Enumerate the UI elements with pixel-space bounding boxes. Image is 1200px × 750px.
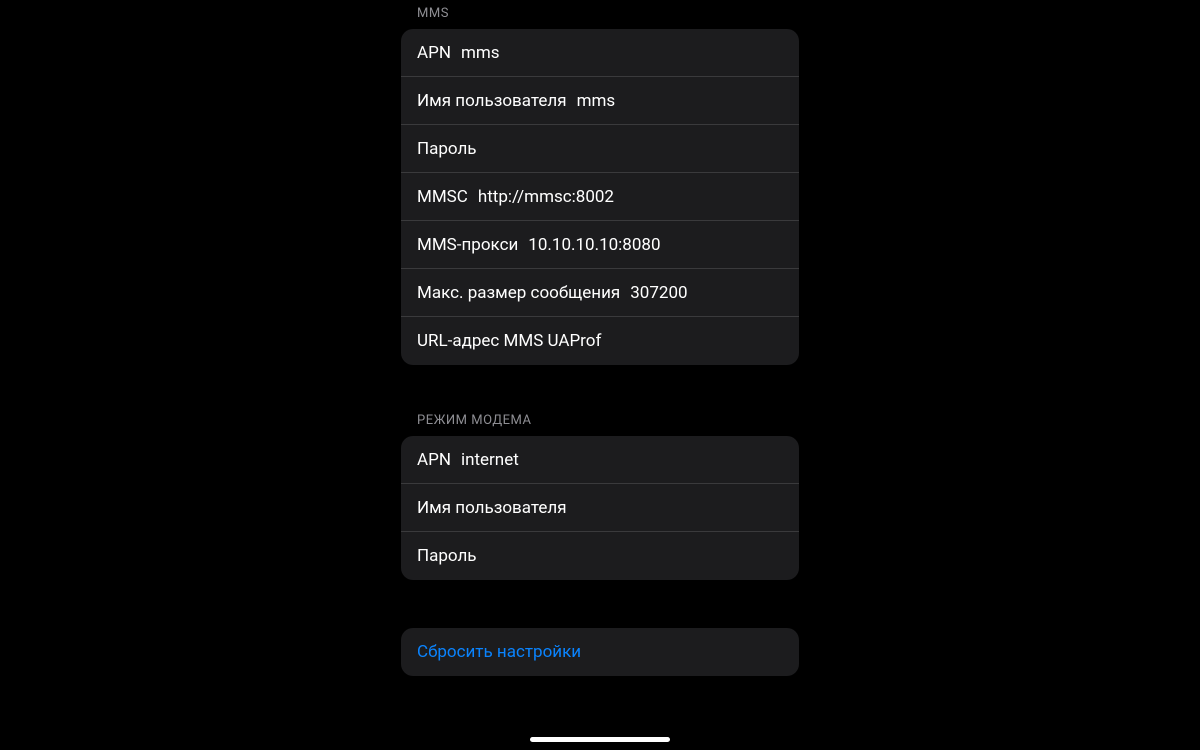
mms-uaprof-label: URL-адрес MMS UAProf: [417, 331, 601, 351]
mms-apn-row[interactable]: APN: [401, 29, 799, 77]
tethering-username-label: Имя пользователя: [417, 498, 567, 518]
tethering-apn-input[interactable]: [461, 450, 783, 470]
reset-button[interactable]: Сбросить настройки: [417, 642, 581, 662]
tethering-apn-label: APN: [417, 450, 451, 470]
tethering-apn-row[interactable]: APN: [401, 436, 799, 484]
mms-password-row[interactable]: Пароль: [401, 125, 799, 173]
tethering-username-row[interactable]: Имя пользователя: [401, 484, 799, 532]
mms-maxsize-input[interactable]: [630, 283, 799, 303]
mms-uaprof-row[interactable]: URL-адрес MMS UAProf: [401, 317, 799, 365]
tethering-section-header: РЕЖИМ МОДЕМА: [401, 365, 799, 436]
mms-maxsize-row[interactable]: Макс. размер сообщения: [401, 269, 799, 317]
mms-section: APN Имя пользователя Пароль MMSC MMS-про…: [401, 29, 799, 365]
mms-username-input[interactable]: [577, 91, 799, 111]
tethering-password-input[interactable]: [487, 546, 783, 566]
reset-row[interactable]: Сбросить настройки: [401, 628, 799, 676]
mms-maxsize-label: Макс. размер сообщения: [417, 283, 620, 303]
tethering-section: APN Имя пользователя Пароль: [401, 436, 799, 580]
home-indicator[interactable]: [530, 737, 670, 742]
mms-proxy-row[interactable]: MMS-прокси: [401, 221, 799, 269]
mms-username-label: Имя пользователя: [417, 91, 567, 111]
mms-proxy-label: MMS-прокси: [417, 235, 518, 255]
mms-uaprof-input[interactable]: [611, 331, 799, 351]
mms-apn-input[interactable]: [461, 43, 783, 63]
mms-section-header: MMS: [401, 0, 799, 29]
tethering-password-label: Пароль: [417, 546, 477, 566]
mms-password-label: Пароль: [417, 139, 477, 159]
reset-section: Сбросить настройки: [401, 628, 799, 676]
mms-mmsc-row[interactable]: MMSC: [401, 173, 799, 221]
settings-container: MMS APN Имя пользователя Пароль MMSC MMS…: [401, 0, 799, 676]
mms-mmsc-input[interactable]: [478, 187, 783, 207]
mms-username-row[interactable]: Имя пользователя: [401, 77, 799, 125]
mms-proxy-input[interactable]: [528, 235, 783, 255]
mms-mmsc-label: MMSC: [417, 187, 468, 207]
mms-password-input[interactable]: [487, 139, 783, 159]
tethering-password-row[interactable]: Пароль: [401, 532, 799, 580]
mms-apn-label: APN: [417, 43, 451, 63]
tethering-username-input[interactable]: [577, 498, 799, 518]
